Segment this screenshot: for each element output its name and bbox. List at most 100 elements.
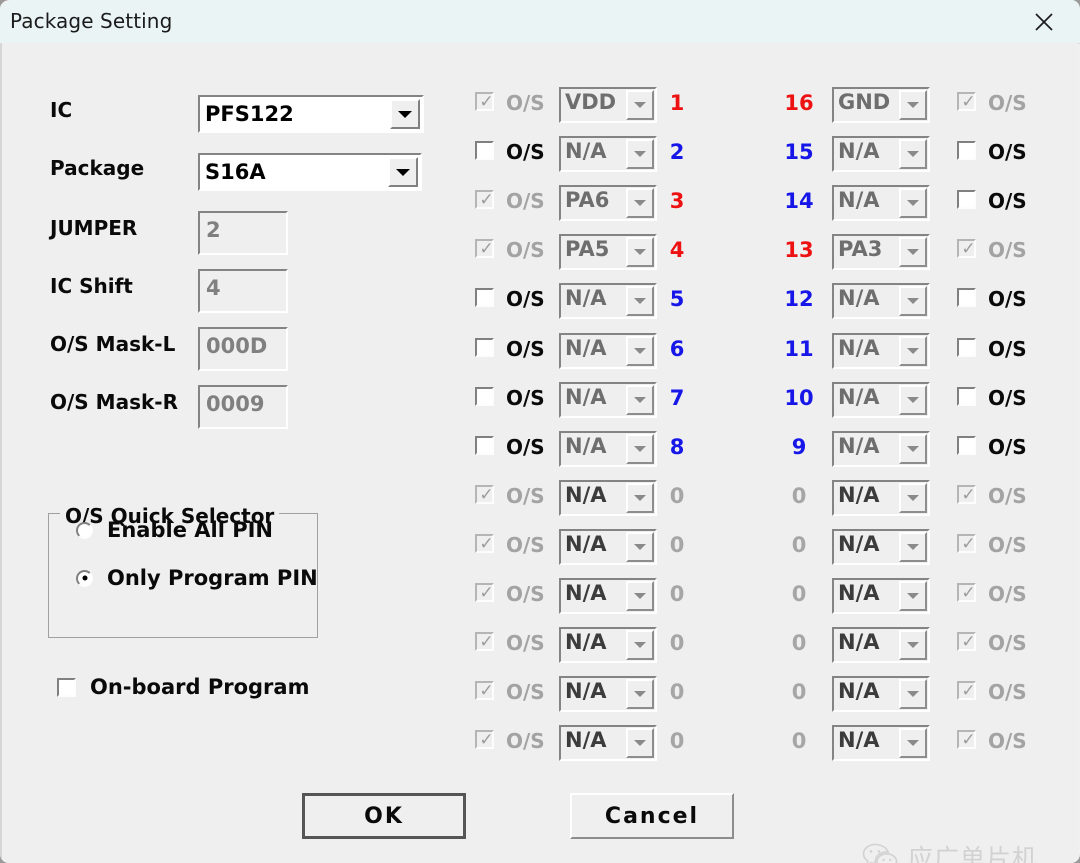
on-board-program-checkbox[interactable] bbox=[57, 677, 76, 697]
pin-os-label: O/S bbox=[988, 336, 1027, 361]
chevron-down-icon[interactable] bbox=[899, 679, 927, 710]
pin-function-combo[interactable]: VDD bbox=[559, 87, 657, 123]
pin-function-combo[interactable]: N/A bbox=[832, 136, 930, 173]
pin-number: 0 bbox=[791, 680, 807, 705]
pin-function-combo[interactable]: PA5 bbox=[559, 234, 657, 271]
chevron-down-glyph bbox=[907, 200, 919, 207]
pin-function-combo[interactable]: N/A bbox=[559, 578, 657, 614]
radio-option-enable-all-pin[interactable]: Enable All PIN bbox=[76, 518, 273, 542]
pin-os-checkbox[interactable] bbox=[475, 288, 494, 308]
field-input-jumper[interactable]: 2 bbox=[198, 211, 288, 255]
chevron-down-icon[interactable] bbox=[626, 335, 654, 366]
pin-os-label: O/S bbox=[506, 582, 545, 606]
pin-function-combo[interactable]: N/A bbox=[832, 479, 930, 516]
chevron-down-icon[interactable] bbox=[899, 90, 927, 120]
field-input-o-s-mask-r[interactable]: 0009 bbox=[198, 385, 288, 429]
pin-function-combo[interactable]: N/A bbox=[832, 430, 930, 467]
pin-function-combo[interactable]: N/A bbox=[559, 283, 657, 320]
pin-function-combo[interactable]: PA3 bbox=[832, 234, 930, 271]
ok-button[interactable]: OK bbox=[302, 793, 466, 839]
on-board-program-row[interactable]: On-board Program bbox=[57, 675, 309, 699]
pin-os-checkbox[interactable] bbox=[475, 435, 494, 455]
chevron-down-icon[interactable] bbox=[626, 581, 654, 611]
chevron-down-icon[interactable] bbox=[899, 728, 927, 759]
chevron-down-icon[interactable] bbox=[626, 433, 654, 464]
chevron-down-icon[interactable] bbox=[899, 286, 927, 317]
chevron-down-icon[interactable] bbox=[626, 482, 654, 513]
pin-function-combo[interactable]: N/A bbox=[832, 528, 930, 565]
pin-os-label: O/S bbox=[506, 729, 545, 754]
check-icon: ✓ bbox=[479, 239, 494, 260]
pin-function-combo[interactable]: N/A bbox=[559, 627, 657, 664]
pin-os-checkbox[interactable] bbox=[957, 190, 976, 210]
chevron-down-glyph bbox=[634, 200, 646, 207]
pin-os-checkbox[interactable] bbox=[957, 337, 976, 357]
pin-function-combo[interactable]: N/A bbox=[559, 332, 657, 369]
check-icon: ✓ bbox=[961, 239, 976, 260]
field-input-ic-shift[interactable]: 4 bbox=[198, 269, 288, 313]
pin-os-checkbox: ✓ bbox=[475, 730, 494, 750]
field-value: 0009 bbox=[206, 392, 265, 416]
chevron-down-icon[interactable] bbox=[899, 237, 927, 268]
pin-function-combo[interactable]: N/A bbox=[559, 136, 657, 173]
chevron-down-icon[interactable] bbox=[390, 99, 420, 129]
chevron-down-icon[interactable] bbox=[899, 433, 927, 464]
pin-function-combo[interactable]: N/A bbox=[559, 479, 657, 516]
radio-label: Only Program PIN bbox=[107, 566, 318, 590]
pin-function-combo[interactable]: N/A bbox=[832, 676, 930, 713]
pin-os-checkbox[interactable] bbox=[475, 141, 494, 161]
pin-os-label: O/S bbox=[506, 238, 545, 263]
chevron-down-icon[interactable] bbox=[626, 630, 654, 661]
field-combo-ic[interactable]: PFS122 bbox=[198, 95, 424, 133]
pin-function-combo[interactable]: N/A bbox=[832, 627, 930, 664]
chevron-down-icon[interactable] bbox=[626, 728, 654, 759]
pin-function-combo[interactable]: N/A bbox=[559, 725, 657, 762]
radio-indicator[interactable] bbox=[76, 521, 93, 539]
pin-os-checkbox[interactable] bbox=[957, 386, 976, 406]
pin-function-combo[interactable]: N/A bbox=[832, 283, 930, 320]
pin-function-combo[interactable]: N/A bbox=[832, 578, 930, 614]
field-combo-package[interactable]: S16A bbox=[198, 153, 422, 191]
pin-function-combo[interactable]: N/A bbox=[559, 676, 657, 713]
chevron-down-icon[interactable] bbox=[626, 139, 654, 170]
radio-indicator[interactable] bbox=[76, 569, 93, 587]
chevron-down-icon[interactable] bbox=[626, 384, 654, 415]
chevron-down-icon[interactable] bbox=[899, 581, 927, 611]
chevron-down-icon[interactable] bbox=[626, 531, 654, 562]
cancel-button[interactable]: Cancel bbox=[570, 793, 734, 839]
pin-os-label: O/S bbox=[988, 287, 1027, 312]
pin-function-combo[interactable]: N/A bbox=[559, 528, 657, 565]
pin-os-checkbox[interactable] bbox=[957, 435, 976, 455]
pin-os-checkbox[interactable] bbox=[957, 288, 976, 308]
chevron-down-icon[interactable] bbox=[899, 139, 927, 170]
pin-os-checkbox[interactable] bbox=[957, 141, 976, 161]
chevron-down-icon[interactable] bbox=[626, 90, 654, 120]
pin-os-label: O/S bbox=[506, 336, 545, 361]
chevron-down-icon[interactable] bbox=[626, 679, 654, 710]
chevron-down-glyph bbox=[907, 249, 919, 256]
pin-function-combo[interactable]: N/A bbox=[559, 381, 657, 418]
pin-function-combo[interactable]: GND bbox=[832, 87, 930, 123]
pin-os-checkbox[interactable] bbox=[475, 386, 494, 406]
chevron-down-icon[interactable] bbox=[899, 335, 927, 366]
pin-os-label: O/S bbox=[988, 729, 1027, 754]
chevron-down-icon[interactable] bbox=[626, 286, 654, 317]
chevron-down-icon[interactable] bbox=[388, 157, 418, 187]
chevron-down-icon[interactable] bbox=[899, 531, 927, 562]
pin-function-combo[interactable]: N/A bbox=[832, 185, 930, 222]
pin-function-combo[interactable]: N/A bbox=[832, 725, 930, 762]
pin-function-combo[interactable]: PA6 bbox=[559, 185, 657, 222]
chevron-down-icon[interactable] bbox=[626, 237, 654, 268]
pin-function-combo[interactable]: N/A bbox=[832, 332, 930, 369]
pin-function-combo[interactable]: N/A bbox=[559, 430, 657, 467]
pin-function-combo[interactable]: N/A bbox=[832, 381, 930, 418]
chevron-down-icon[interactable] bbox=[899, 384, 927, 415]
chevron-down-icon[interactable] bbox=[899, 630, 927, 661]
chevron-down-icon[interactable] bbox=[899, 188, 927, 219]
chevron-down-icon[interactable] bbox=[899, 482, 927, 513]
chevron-down-icon[interactable] bbox=[626, 188, 654, 219]
field-input-o-s-mask-l[interactable]: 000D bbox=[198, 327, 288, 371]
close-button[interactable] bbox=[1018, 0, 1070, 43]
pin-os-checkbox[interactable] bbox=[475, 337, 494, 357]
radio-option-only-program-pin[interactable]: Only Program PIN bbox=[76, 566, 318, 590]
